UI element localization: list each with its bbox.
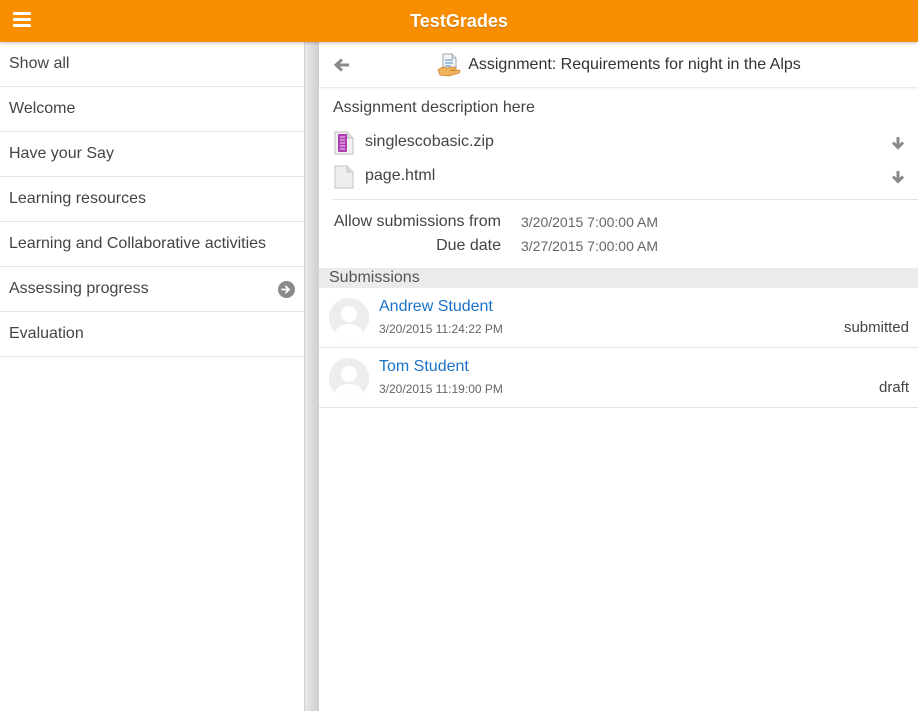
app-title: TestGrades xyxy=(410,11,508,31)
submission-date: 3/20/2015 11:19:00 PM xyxy=(379,382,503,396)
due-date-value: 3/27/2015 7:00:00 AM xyxy=(521,238,658,254)
sidebar-item-have-your-say[interactable]: Have your Say xyxy=(0,132,304,177)
submissions-header: Submissions xyxy=(319,268,918,288)
sidebar-item-learning-resources[interactable]: Learning resources xyxy=(0,177,304,222)
file-row-html[interactable]: page.html xyxy=(333,164,918,190)
sidebar: Show all Welcome Have your Say Learning … xyxy=(0,42,304,711)
avatar xyxy=(329,298,369,338)
sidebar-item-evaluation[interactable]: Evaluation xyxy=(0,312,304,357)
download-icon[interactable] xyxy=(890,136,906,152)
file-name[interactable]: singlescobasic.zip xyxy=(365,133,494,151)
allow-submissions-value: 3/20/2015 7:00:00 AM xyxy=(521,214,658,230)
file-name[interactable]: page.html xyxy=(365,167,435,185)
assignment-description: Assignment description here xyxy=(333,99,535,116)
main-content: Assignment: Requirements for night in th… xyxy=(319,42,918,711)
sidebar-item-show-all[interactable]: Show all xyxy=(0,42,304,87)
zip-file-icon xyxy=(333,131,355,155)
student-name[interactable]: Andrew Student xyxy=(379,298,493,316)
content-header: Assignment: Requirements for night in th… xyxy=(319,42,918,88)
submission-date: 3/20/2015 11:24:22 PM xyxy=(379,322,503,336)
assignment-icon xyxy=(436,52,462,78)
status-badge: submitted xyxy=(843,319,909,336)
arrow-right-circle-icon xyxy=(278,281,295,298)
avatar xyxy=(329,358,369,398)
status-badge: draft xyxy=(878,379,909,396)
due-date-label: Due date xyxy=(436,237,501,254)
file-row-zip[interactable]: singlescobasic.zip xyxy=(333,130,918,156)
sidebar-item-welcome[interactable]: Welcome xyxy=(0,87,304,132)
sidebar-item-label: Learning and Collaborative activities xyxy=(9,235,267,252)
divider-line xyxy=(333,199,918,200)
download-icon[interactable] xyxy=(890,170,906,186)
sidebar-item-label: Welcome xyxy=(9,100,76,117)
sidebar-item-label: Show all xyxy=(9,55,70,72)
sidebar-item-label: Evaluation xyxy=(9,325,84,342)
submission-row[interactable]: Andrew Student 3/20/2015 11:24:22 PM sub… xyxy=(319,288,918,348)
page-title: Assignment: Requirements for night in th… xyxy=(468,56,801,73)
allow-submissions-label: Allow submissions from xyxy=(333,213,501,230)
sidebar-item-label: Have your Say xyxy=(9,145,114,162)
document-file-icon xyxy=(333,165,355,189)
top-bar: TestGrades xyxy=(0,0,918,42)
split-divider[interactable] xyxy=(304,42,319,711)
submission-row[interactable]: Tom Student 3/20/2015 11:19:00 PM draft xyxy=(319,348,918,408)
sidebar-item-label: Learning resources xyxy=(9,190,146,207)
student-name[interactable]: Tom Student xyxy=(379,358,469,376)
sidebar-item-label: Assessing progress xyxy=(9,280,149,297)
sidebar-item-learning-collaborative[interactable]: Learning and Collaborative activities xyxy=(0,222,304,267)
sidebar-item-assessing-progress[interactable]: Assessing progress xyxy=(0,267,304,312)
